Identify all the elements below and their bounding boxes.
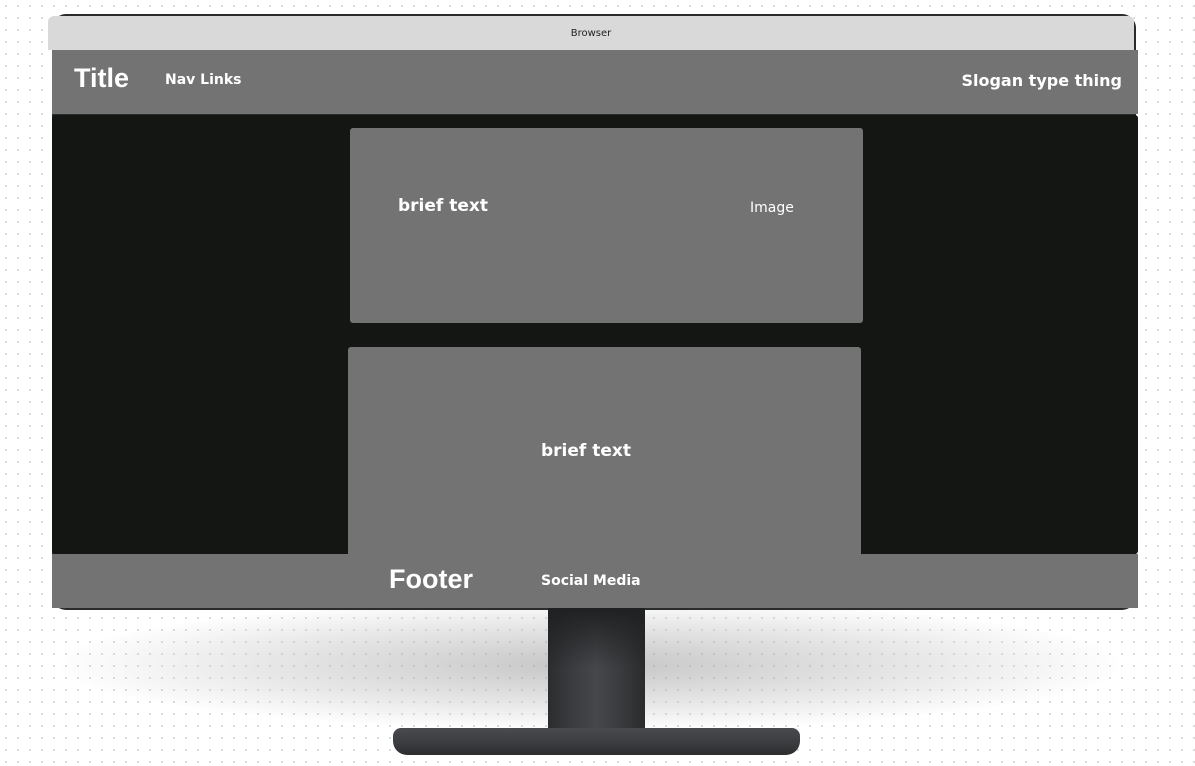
content-card-text: brief text bbox=[348, 347, 861, 554]
browser-title: Browser bbox=[570, 27, 612, 39]
nav-links[interactable]: Nav Links bbox=[165, 72, 242, 88]
content-card-with-image: brief text Image bbox=[350, 128, 863, 323]
card-brief-text: brief text bbox=[398, 196, 488, 216]
image-placeholder: Image bbox=[750, 200, 794, 216]
main-content: brief text Image brief text bbox=[52, 115, 1138, 554]
monitor-stand-shadow bbox=[548, 608, 645, 668]
slogan: Slogan type thing bbox=[961, 71, 1122, 90]
site-title[interactable]: Title bbox=[74, 63, 129, 94]
social-media-links[interactable]: Social Media bbox=[541, 573, 641, 589]
site-footer: Footer Social Media bbox=[52, 554, 1138, 608]
monitor-stand-base bbox=[393, 728, 800, 755]
footer-title: Footer bbox=[389, 564, 473, 594]
browser-title-bar: Browser bbox=[48, 16, 1134, 50]
site-header: Title Nav Links Slogan type thing bbox=[52, 50, 1138, 114]
card-brief-text: brief text bbox=[541, 441, 631, 461]
